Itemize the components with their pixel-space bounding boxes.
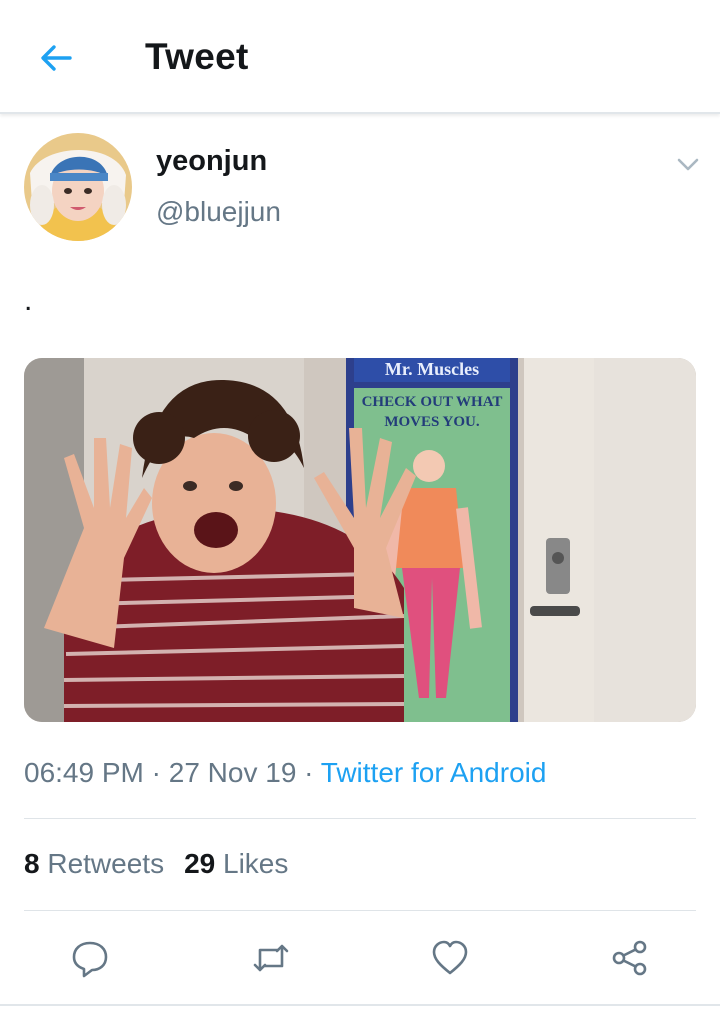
tweet-meta: 06:49 PM · 27 Nov 19 · Twitter for Andro… <box>24 757 546 789</box>
tweet-text: . <box>24 284 33 317</box>
tweet-stats: 8 Retweets 29 Likes <box>24 848 288 880</box>
divider <box>0 1004 720 1006</box>
retweets-count: 8 <box>24 848 40 879</box>
author-handle[interactable]: @bluejjun <box>156 196 281 228</box>
likes-stat[interactable]: 29 Likes <box>184 848 288 879</box>
more-options-button[interactable] <box>674 150 702 178</box>
tweet-media[interactable]: Mr. Muscles CHECK OUT WHAT MOVES YOU. <box>24 358 696 722</box>
likes-label: Likes <box>223 848 289 879</box>
poster-line-2: MOVES YOU. <box>384 414 480 430</box>
meta-separator: · <box>143 757 169 788</box>
reply-button[interactable] <box>70 938 110 978</box>
reply-icon <box>72 941 108 978</box>
like-button[interactable] <box>430 938 470 978</box>
avatar[interactable] <box>24 133 132 241</box>
retweets-stat[interactable]: 8 Retweets <box>24 848 164 879</box>
meta-separator: · <box>296 757 321 788</box>
likes-count: 29 <box>184 848 216 879</box>
author-name[interactable]: yeonjun <box>156 145 267 178</box>
poster-title: Mr. Muscles <box>385 359 479 379</box>
tweet-time: 06:49 PM <box>24 757 144 788</box>
page-title: Tweet <box>145 36 249 77</box>
arrow-left-icon <box>41 45 72 71</box>
media-image: Mr. Muscles CHECK OUT WHAT MOVES YOU. <box>24 358 696 722</box>
tweet-source-link[interactable]: Twitter for Android <box>321 757 547 788</box>
avatar-image <box>24 133 132 241</box>
like-icon <box>432 940 468 975</box>
divider <box>24 818 696 819</box>
poster-line-1: CHECK OUT WHAT <box>362 394 503 410</box>
share-icon <box>612 940 647 976</box>
retweets-label: Retweets <box>47 848 165 879</box>
tweet-date: 27 Nov 19 <box>168 757 297 788</box>
retweet-button[interactable] <box>251 938 291 978</box>
top-app-bar: Tweet <box>0 0 720 114</box>
share-button[interactable] <box>610 938 650 978</box>
divider <box>24 910 696 911</box>
chevron-down-icon <box>677 158 699 171</box>
back-button[interactable] <box>36 38 76 78</box>
retweet-icon <box>253 944 289 972</box>
